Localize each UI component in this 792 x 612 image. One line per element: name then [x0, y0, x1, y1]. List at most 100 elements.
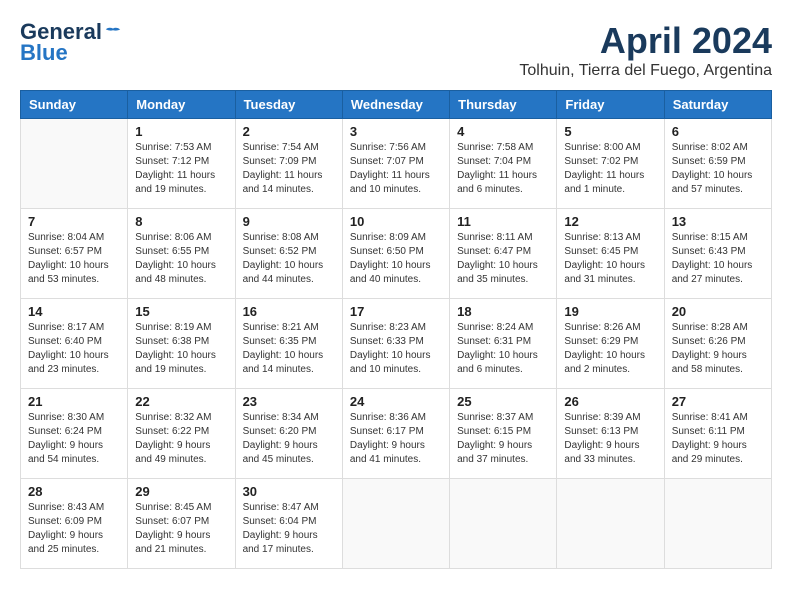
day-info: Sunrise: 8:24 AM Sunset: 6:31 PM Dayligh… — [457, 321, 549, 377]
calendar-cell: 5Sunrise: 8:00 AM Sunset: 7:02 PM Daylig… — [557, 119, 664, 209]
calendar-cell: 30Sunrise: 8:47 AM Sunset: 6:04 PM Dayli… — [235, 479, 342, 569]
weekday-header-saturday: Saturday — [664, 91, 771, 119]
day-info: Sunrise: 7:54 AM Sunset: 7:09 PM Dayligh… — [243, 141, 335, 197]
calendar-cell — [21, 119, 128, 209]
day-info: Sunrise: 8:36 AM Sunset: 6:17 PM Dayligh… — [350, 411, 442, 467]
day-info: Sunrise: 8:34 AM Sunset: 6:20 PM Dayligh… — [243, 411, 335, 467]
calendar-week-4: 21 Sunrise: 8:30 AM Sunset: 6:24 PM Dayli… — [21, 389, 772, 479]
calendar-cell: 7 Sunrise: 8:04 AM Sunset: 6:57 PM Daylig… — [21, 209, 128, 299]
calendar-cell: 29 Sunrise: 8:45 AM Sunset: 6:07 PM Dayli… — [128, 479, 235, 569]
day-info: Sunrise: 7:58 AM Sunset: 7:04 PM Dayligh… — [457, 141, 549, 197]
calendar-cell: 23 Sunrise: 8:34 AM Sunset: 6:20 PM Dayli… — [235, 389, 342, 479]
day-info: Sunrise: 7:56 AM Sunset: 7:07 PM Dayligh… — [350, 141, 442, 197]
day-info: Sunrise: 8:02 AM Sunset: 6:59 PM Dayligh… — [672, 141, 764, 197]
calendar-cell: 4 Sunrise: 7:58 AM Sunset: 7:04 PM Daylig… — [450, 119, 557, 209]
weekday-header-thursday: Thursday — [450, 91, 557, 119]
day-info: Sunrise: 8:13 AM Sunset: 6:45 PM Dayligh… — [564, 231, 656, 287]
day-number: 7 — [28, 214, 120, 229]
calendar-cell: 9Sunrise: 8:08 AM Sunset: 6:52 PM Daylig… — [235, 209, 342, 299]
day-number: 21 — [28, 394, 120, 409]
calendar-week-3: 14Sunrise: 8:17 AM Sunset: 6:40 PM Dayli… — [21, 299, 772, 389]
calendar-cell: 19 Sunrise: 8:26 AM Sunset: 6:29 PM Dayli… — [557, 299, 664, 389]
day-info: Sunrise: 8:41 AM Sunset: 6:11 PM Dayligh… — [672, 411, 764, 467]
day-number: 19 — [564, 304, 656, 319]
day-number: 17 — [350, 304, 442, 319]
weekday-header-monday: Monday — [128, 91, 235, 119]
day-number: 24 — [350, 394, 442, 409]
day-number: 9 — [243, 214, 335, 229]
day-number: 6 — [672, 124, 764, 139]
day-number: 18 — [457, 304, 549, 319]
calendar-cell: 21 Sunrise: 8:30 AM Sunset: 6:24 PM Dayli… — [21, 389, 128, 479]
calendar-cell: 20 Sunrise: 8:28 AM Sunset: 6:26 PM Dayli… — [664, 299, 771, 389]
weekday-header-tuesday: Tuesday — [235, 91, 342, 119]
day-info: Sunrise: 8:32 AM Sunset: 6:22 PM Dayligh… — [135, 411, 227, 467]
day-number: 30 — [243, 484, 335, 499]
location-title: Tolhuin, Tierra del Fuego, Argentina — [519, 62, 772, 80]
day-info: Sunrise: 8:11 AM Sunset: 6:47 PM Dayligh… — [457, 231, 549, 287]
calendar-cell: 17 Sunrise: 8:23 AM Sunset: 6:33 PM Dayli… — [342, 299, 449, 389]
calendar-week-5: 28Sunrise: 8:43 AM Sunset: 6:09 PM Dayli… — [21, 479, 772, 569]
day-info: Sunrise: 8:30 AM Sunset: 6:24 PM Dayligh… — [28, 411, 120, 467]
day-info: Sunrise: 8:17 AM Sunset: 6:40 PM Dayligh… — [28, 321, 120, 377]
day-number: 22 — [135, 394, 227, 409]
calendar-cell: 18 Sunrise: 8:24 AM Sunset: 6:31 PM Dayli… — [450, 299, 557, 389]
day-info: Sunrise: 8:28 AM Sunset: 6:26 PM Dayligh… — [672, 321, 764, 377]
day-info: Sunrise: 7:53 AM Sunset: 7:12 PM Dayligh… — [135, 141, 227, 197]
day-info: Sunrise: 8:37 AM Sunset: 6:15 PM Dayligh… — [457, 411, 549, 467]
calendar-cell: 28Sunrise: 8:43 AM Sunset: 6:09 PM Dayli… — [21, 479, 128, 569]
day-info: Sunrise: 8:45 AM Sunset: 6:07 PM Dayligh… — [135, 501, 227, 557]
calendar-table: SundayMondayTuesdayWednesdayThursdayFrid… — [20, 90, 772, 569]
calendar-cell: 27 Sunrise: 8:41 AM Sunset: 6:11 PM Dayli… — [664, 389, 771, 479]
day-number: 25 — [457, 394, 549, 409]
day-number: 1 — [135, 124, 227, 139]
logo: General Blue — [20, 20, 122, 66]
calendar-cell — [342, 479, 449, 569]
weekday-header-wednesday: Wednesday — [342, 91, 449, 119]
calendar-cell: 25 Sunrise: 8:37 AM Sunset: 6:15 PM Dayli… — [450, 389, 557, 479]
calendar-cell: 10 Sunrise: 8:09 AM Sunset: 6:50 PM Dayli… — [342, 209, 449, 299]
day-info: Sunrise: 8:26 AM Sunset: 6:29 PM Dayligh… — [564, 321, 656, 377]
day-number: 23 — [243, 394, 335, 409]
day-info: Sunrise: 8:19 AM Sunset: 6:38 PM Dayligh… — [135, 321, 227, 377]
day-number: 27 — [672, 394, 764, 409]
logo-bird-icon — [104, 24, 122, 42]
day-number: 10 — [350, 214, 442, 229]
calendar-cell: 24 Sunrise: 8:36 AM Sunset: 6:17 PM Dayli… — [342, 389, 449, 479]
day-number: 2 — [243, 124, 335, 139]
month-title: April 2024 — [519, 20, 772, 62]
day-number: 8 — [135, 214, 227, 229]
calendar-cell — [450, 479, 557, 569]
calendar-week-1: 1 Sunrise: 7:53 AM Sunset: 7:12 PM Daylig… — [21, 119, 772, 209]
weekday-header-sunday: Sunday — [21, 91, 128, 119]
calendar-cell: 8 Sunrise: 8:06 AM Sunset: 6:55 PM Daylig… — [128, 209, 235, 299]
logo-text: General — [20, 20, 122, 44]
calendar-cell: 13 Sunrise: 8:15 AM Sunset: 6:43 PM Dayli… — [664, 209, 771, 299]
calendar-cell: 11Sunrise: 8:11 AM Sunset: 6:47 PM Dayli… — [450, 209, 557, 299]
day-number: 3 — [350, 124, 442, 139]
calendar-cell: 3 Sunrise: 7:56 AM Sunset: 7:07 PM Daylig… — [342, 119, 449, 209]
day-info: Sunrise: 8:23 AM Sunset: 6:33 PM Dayligh… — [350, 321, 442, 377]
calendar-week-2: 7 Sunrise: 8:04 AM Sunset: 6:57 PM Daylig… — [21, 209, 772, 299]
day-info: Sunrise: 8:09 AM Sunset: 6:50 PM Dayligh… — [350, 231, 442, 287]
day-number: 28 — [28, 484, 120, 499]
page-header: General Blue April 2024 Tolhuin, Tierra … — [20, 20, 772, 80]
day-number: 5 — [564, 124, 656, 139]
calendar-cell: 15Sunrise: 8:19 AM Sunset: 6:38 PM Dayli… — [128, 299, 235, 389]
title-block: April 2024 Tolhuin, Tierra del Fuego, Ar… — [519, 20, 772, 80]
calendar-cell: 2 Sunrise: 7:54 AM Sunset: 7:09 PM Daylig… — [235, 119, 342, 209]
day-info: Sunrise: 8:04 AM Sunset: 6:57 PM Dayligh… — [28, 231, 120, 287]
day-info: Sunrise: 8:06 AM Sunset: 6:55 PM Dayligh… — [135, 231, 227, 287]
calendar-cell: 14Sunrise: 8:17 AM Sunset: 6:40 PM Dayli… — [21, 299, 128, 389]
day-info: Sunrise: 8:15 AM Sunset: 6:43 PM Dayligh… — [672, 231, 764, 287]
calendar-cell: 16Sunrise: 8:21 AM Sunset: 6:35 PM Dayli… — [235, 299, 342, 389]
day-number: 26 — [564, 394, 656, 409]
calendar-cell: 6 Sunrise: 8:02 AM Sunset: 6:59 PM Daylig… — [664, 119, 771, 209]
calendar-cell: 26Sunrise: 8:39 AM Sunset: 6:13 PM Dayli… — [557, 389, 664, 479]
day-number: 20 — [672, 304, 764, 319]
day-number: 29 — [135, 484, 227, 499]
day-number: 16 — [243, 304, 335, 319]
day-number: 13 — [672, 214, 764, 229]
weekday-header-friday: Friday — [557, 91, 664, 119]
day-number: 4 — [457, 124, 549, 139]
